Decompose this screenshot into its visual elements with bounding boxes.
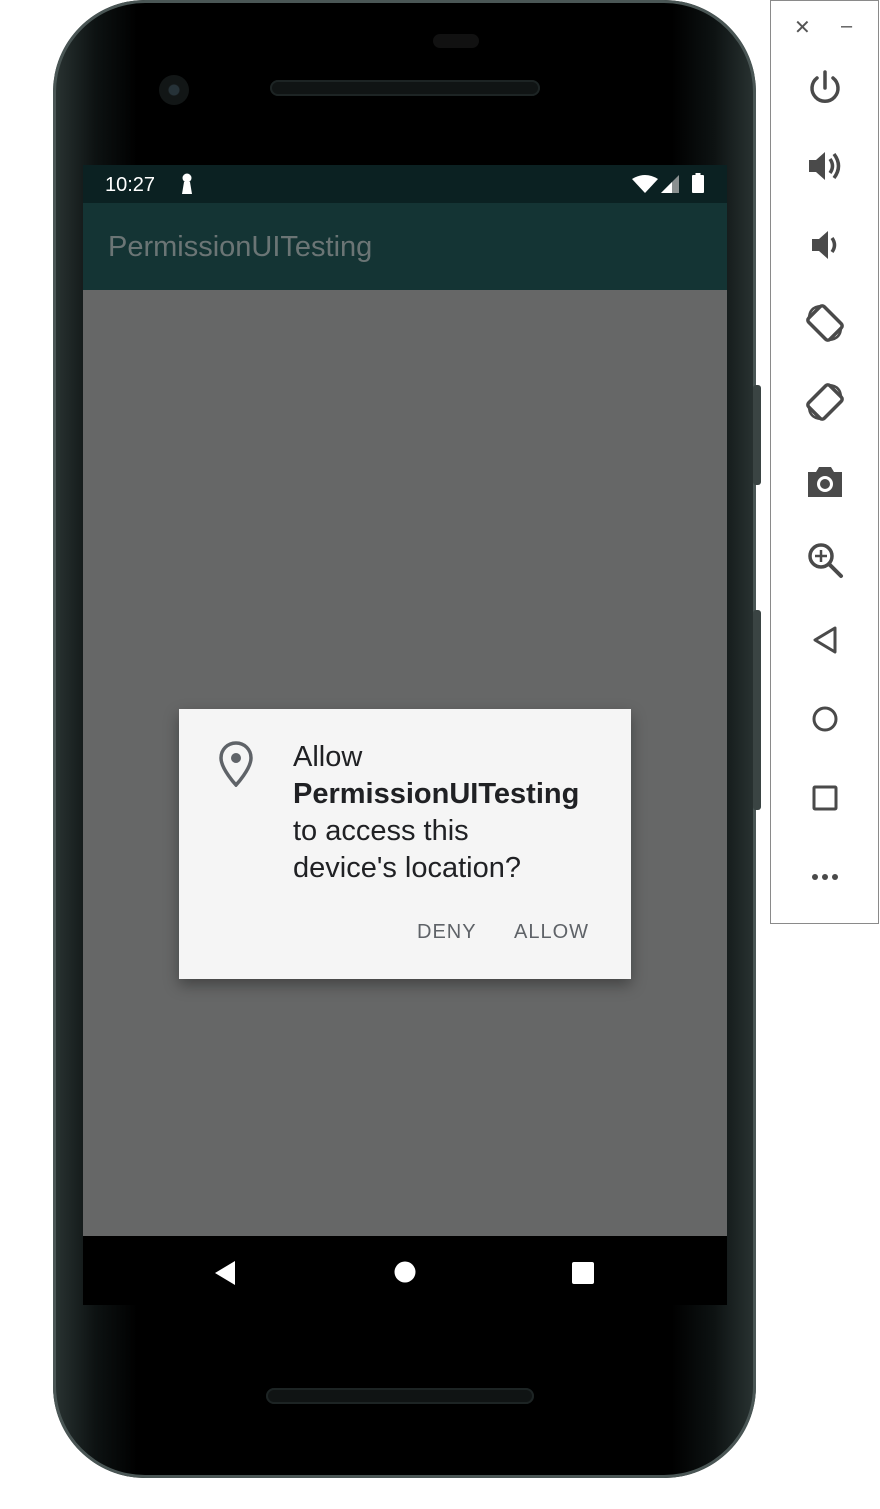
home-icon[interactable] (394, 1261, 416, 1288)
power-side-button (753, 385, 761, 485)
overview-icon[interactable] (803, 776, 847, 820)
bottom-speaker-grille (266, 1388, 534, 1404)
more-icon[interactable] (803, 855, 847, 899)
message-app-name: PermissionUITesting (293, 778, 580, 810)
emulator-toolbar: ✕ – (770, 0, 879, 924)
app-toolbar: PermissionUITesting (83, 203, 727, 290)
back-icon[interactable] (213, 1260, 237, 1291)
close-icon[interactable]: ✕ (794, 15, 811, 40)
rotate-right-icon[interactable] (803, 380, 847, 424)
minimize-icon[interactable]: – (841, 15, 852, 38)
device-screen: 10:27 PermissionUITesting Allow Permissi… (83, 165, 727, 1305)
cellular-signal-icon (661, 175, 679, 199)
status-time: 10:27 (105, 174, 156, 196)
recents-icon[interactable] (571, 1261, 595, 1290)
earpiece-slot (433, 34, 479, 48)
home-icon[interactable] (803, 697, 847, 741)
message-line-location: device's location? (293, 852, 522, 884)
power-icon[interactable] (803, 66, 847, 110)
permission-dialog: Allow PermissionUITesting to access this… (179, 709, 631, 979)
lock-notification-icon (181, 173, 193, 201)
wifi-icon (632, 175, 658, 199)
volume-down-icon[interactable] (803, 223, 847, 267)
rotate-left-icon[interactable] (803, 301, 847, 345)
allow-button[interactable]: ALLOW (514, 921, 589, 944)
message-line-access: to access this (293, 815, 469, 847)
location-pin-icon (219, 741, 253, 792)
app-title: PermissionUITesting (108, 231, 373, 263)
volume-up-icon[interactable] (803, 144, 847, 188)
status-bar: 10:27 (83, 165, 727, 203)
permission-message: Allow PermissionUITesting to access this… (293, 739, 613, 887)
navigation-bar (83, 1236, 727, 1305)
back-icon[interactable] (803, 618, 847, 662)
battery-icon (692, 173, 704, 199)
zoom-icon[interactable] (803, 538, 847, 582)
content-scrim[interactable]: Allow PermissionUITesting to access this… (83, 290, 727, 1236)
deny-button[interactable]: DENY (417, 921, 477, 944)
volume-side-button (753, 610, 761, 810)
top-speaker-grille (270, 80, 540, 96)
message-line-allow: Allow (293, 741, 363, 773)
screenshot-icon[interactable] (803, 460, 847, 504)
front-camera (159, 75, 189, 105)
